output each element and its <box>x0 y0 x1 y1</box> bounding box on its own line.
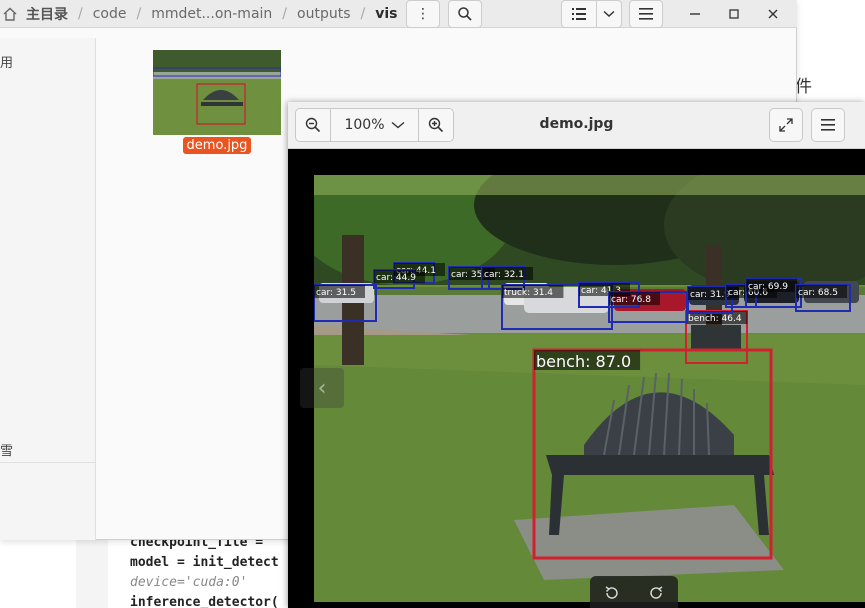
breadcrumb: 主目录 / code / mmdet...on-main / outputs /… <box>0 0 401 28</box>
displayed-image: bench: 87.0bench: 46.4car: 31.5car: 44.1… <box>314 175 865 602</box>
sidebar-item-partial-bottom[interactable]: 雪 <box>0 440 13 459</box>
sidebar-item-partial[interactable]: 用 <box>0 52 13 71</box>
detection-label: car: 31.9 <box>690 290 730 300</box>
chevron-down-icon <box>603 10 615 18</box>
breadcrumb-home[interactable]: 主目录 <box>22 4 72 24</box>
thumbnail-image <box>153 50 281 135</box>
file-thumbnail <box>153 50 281 135</box>
viewer-menu-button[interactable] <box>811 108 845 142</box>
previous-image-button[interactable]: ‹ <box>300 368 344 408</box>
list-view-icon <box>572 8 586 20</box>
search-icon <box>458 7 472 21</box>
detection-label: bench: 87.0 <box>536 352 631 371</box>
detection-label: car: 68.5 <box>798 288 838 298</box>
hamburger-icon <box>821 119 835 131</box>
detection-label: car: 32.1 <box>484 270 524 280</box>
code-line: inference_detector( <box>130 595 279 608</box>
breadcrumb-separator: / <box>360 6 366 22</box>
detection-label: car: 69.9 <box>748 282 788 292</box>
file-manager-header: 主目录 / code / mmdet...on-main / outputs /… <box>0 0 797 28</box>
code-line-comment: device='cuda:0' <box>130 575 248 590</box>
file-item-demo[interactable]: demo.jpg <box>153 50 281 154</box>
detection-box <box>532 348 773 560</box>
partial-label: 件 <box>795 77 812 97</box>
detection-overlay: bench: 87.0bench: 46.4car: 31.5car: 44.1… <box>314 262 851 560</box>
breadcrumb-mmdet[interactable]: mmdet...on-main <box>147 6 276 22</box>
view-options-button[interactable] <box>596 0 622 28</box>
close-button[interactable] <box>756 0 790 28</box>
breadcrumb-separator: / <box>282 6 288 22</box>
minimize-button[interactable] <box>678 0 712 28</box>
fullscreen-button[interactable] <box>769 108 803 142</box>
breadcrumb-vis[interactable]: vis <box>371 6 401 22</box>
chevron-left-icon: ‹ <box>317 375 327 401</box>
breadcrumb-outputs[interactable]: outputs <box>293 6 354 22</box>
breadcrumb-separator: / <box>136 6 142 22</box>
detection-label: car: 76.8 <box>611 295 651 305</box>
breadcrumb-separator: / <box>78 6 83 22</box>
breadcrumb-code[interactable]: code <box>89 6 131 22</box>
image-viewer-window: 100% demo.jpg bench: 87.0 bench: 46.4 ca… <box>288 102 865 608</box>
path-menu-button[interactable]: ⋮ <box>406 0 440 28</box>
view-list-button[interactable] <box>561 0 597 28</box>
sidebar: 用 雪 <box>0 38 96 540</box>
rotate-right-icon[interactable] <box>648 585 664 601</box>
maximize-icon <box>729 9 739 19</box>
rotate-left-icon[interactable] <box>604 585 620 601</box>
main-menu-button[interactable] <box>629 0 663 28</box>
home-icon[interactable] <box>2 6 18 22</box>
viewer-header: 100% demo.jpg <box>288 102 865 149</box>
fullscreen-icon <box>779 118 793 132</box>
hamburger-icon <box>639 8 653 20</box>
detection-label: bench: 46.4 <box>688 314 742 324</box>
maximize-button[interactable] <box>717 0 751 28</box>
detection-label: truck: 31.4 <box>504 288 553 298</box>
file-name-label: demo.jpg <box>182 137 252 154</box>
vertical-dots-icon: ⋮ <box>416 6 430 22</box>
detection-label: car: 35. <box>451 270 485 280</box>
sidebar-divider <box>0 462 96 463</box>
detection-label: car: 44.9 <box>376 273 416 283</box>
search-button[interactable] <box>448 0 482 28</box>
code-snippet: checkpoint_file = model = init_detect de… <box>130 533 279 608</box>
minimize-icon <box>690 13 700 15</box>
rotate-controls <box>590 576 678 608</box>
detection-label: car: 31.5 <box>316 288 356 298</box>
close-icon <box>768 9 778 19</box>
code-line: model = init_detect <box>130 555 279 570</box>
editor-gutter <box>76 536 108 608</box>
